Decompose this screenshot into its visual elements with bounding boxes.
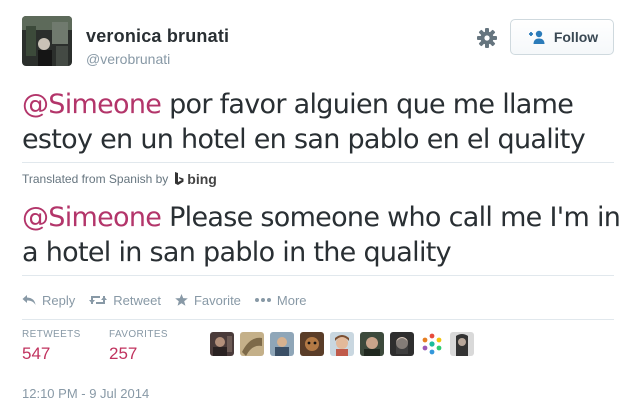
tweet-timestamp[interactable]: 12:10 PM - 9 Jul 2014 (22, 386, 149, 401)
favorite-label: Favorite (193, 292, 241, 308)
avatar[interactable] (22, 16, 72, 66)
favoriter-avatar[interactable] (240, 332, 264, 356)
favoriter-avatars (210, 332, 480, 356)
divider (22, 162, 614, 163)
favorite-button[interactable]: Favorite (175, 293, 241, 308)
divider (22, 319, 614, 320)
mention-link[interactable]: @Simeone (22, 89, 162, 120)
tweet-actions: Reply Retweet Favorite More (22, 290, 321, 310)
favorite-stat[interactable]: FAVORITES 257 (109, 329, 168, 364)
retweet-label: Retweet (113, 292, 161, 308)
star-icon (175, 294, 188, 306)
translation-note: Translated from Spanish by bing (22, 171, 217, 187)
more-label: More (276, 292, 307, 308)
tweet-card: veronica brunati @verobrunati Follow @Si… (0, 0, 634, 414)
display-name[interactable]: veronica brunati (86, 26, 229, 47)
favoriter-avatar[interactable] (420, 332, 444, 356)
more-icon (254, 298, 271, 302)
favoriter-avatar[interactable] (360, 332, 384, 356)
favoriter-avatar[interactable] (270, 332, 294, 356)
translated-mention-link[interactable]: @Simeone (22, 202, 162, 233)
bing-label: bing (187, 171, 217, 187)
favorites-label: FAVORITES (109, 329, 168, 340)
divider (22, 275, 614, 276)
bing-icon (175, 172, 184, 185)
add-user-icon (526, 30, 546, 44)
retweets-count[interactable]: 547 (22, 344, 81, 364)
translation-note-text: Translated from Spanish by (22, 172, 169, 186)
favoriter-avatar[interactable] (390, 332, 414, 356)
favoriter-avatar[interactable] (300, 332, 324, 356)
favoriter-avatar[interactable] (330, 332, 354, 356)
favoriter-avatar[interactable] (210, 332, 234, 356)
reply-icon (22, 295, 36, 305)
bing-logo[interactable]: bing (174, 171, 217, 187)
favorites-count[interactable]: 257 (109, 344, 168, 364)
tweet-text: @Simeone por favor alguien que me llame … (22, 87, 622, 157)
retweets-label: RETWEETS (22, 329, 81, 340)
gear-icon[interactable] (476, 27, 498, 49)
retweet-icon (89, 296, 108, 304)
user-handle[interactable]: @verobrunati (86, 51, 170, 67)
favoriter-avatar[interactable] (450, 332, 474, 356)
follow-button[interactable]: Follow (510, 19, 614, 55)
retweet-button[interactable]: Retweet (89, 293, 161, 308)
more-button[interactable]: More (254, 292, 307, 308)
retweet-stat[interactable]: RETWEETS 547 (22, 329, 81, 364)
follow-label: Follow (553, 29, 599, 45)
translated-tweet-text: @Simeone Please someone who call me I'm … (22, 200, 622, 270)
reply-button[interactable]: Reply (22, 293, 75, 308)
reply-label: Reply (42, 292, 76, 308)
